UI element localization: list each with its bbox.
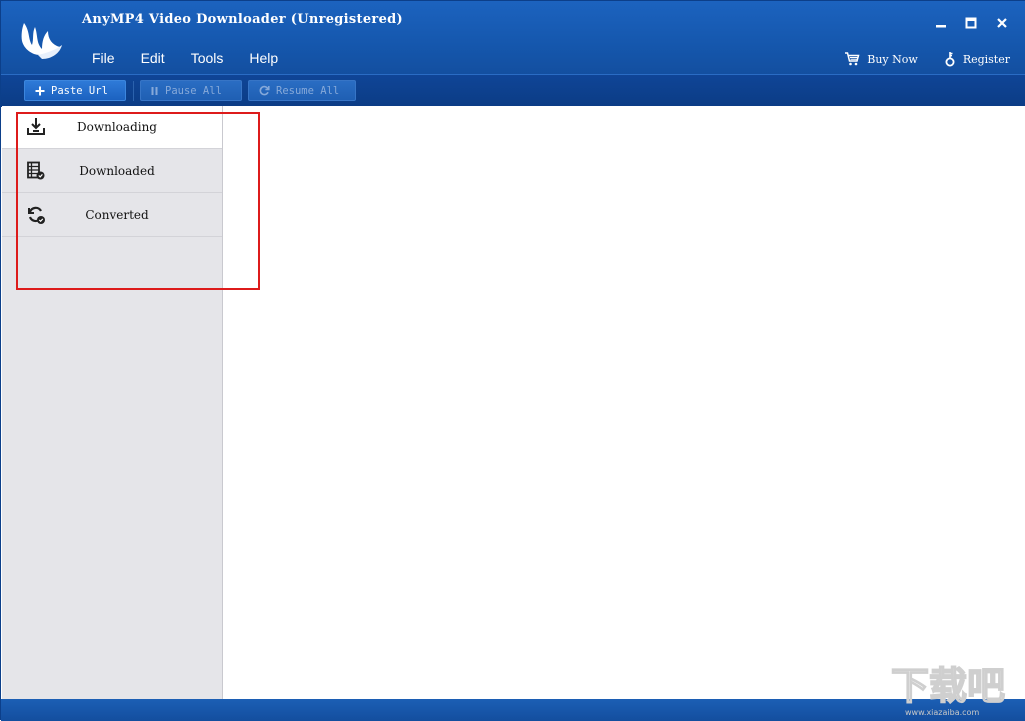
resume-all-button[interactable]: Resume All (248, 80, 356, 101)
toolbar-divider (133, 81, 134, 101)
resume-all-label: Resume All (276, 84, 340, 97)
maximize-icon (965, 17, 977, 29)
maximize-button[interactable] (961, 13, 981, 33)
main-content (223, 106, 1025, 699)
highlight-box (16, 112, 260, 290)
status-bar (1, 699, 1025, 721)
register-button[interactable]: Register (944, 51, 1010, 67)
menu-tools[interactable]: Tools (178, 48, 237, 68)
buy-now-label: Buy Now (867, 52, 918, 66)
menu-edit[interactable]: Edit (128, 48, 178, 68)
register-label: Register (962, 52, 1010, 66)
title-bar[interactable]: AnyMP4 Video Downloader (Unregistered) F… (1, 1, 1025, 74)
paste-url-label: Paste Url (51, 84, 108, 97)
refresh-icon (259, 85, 270, 96)
cart-icon (845, 52, 860, 66)
window-title: AnyMP4 Video Downloader (Unregistered) (82, 12, 403, 27)
menu-help[interactable]: Help (236, 48, 291, 68)
pause-all-label: Pause All (165, 84, 222, 97)
close-icon (997, 18, 1007, 28)
app-logo-icon (21, 23, 62, 59)
watermark-url: www.xiazaiba.com (905, 708, 979, 717)
menu-bar: File Edit Tools Help (79, 48, 291, 68)
watermark: 下载吧 www.xiazaiba.com (890, 663, 1006, 717)
app-window: AnyMP4 Video Downloader (Unregistered) F… (0, 0, 1025, 721)
toolbar: Paste Url Pause All Resume All (1, 74, 1025, 107)
watermark-text: 下载吧 (891, 664, 1005, 708)
close-button[interactable] (992, 13, 1012, 33)
minimize-icon (936, 25, 946, 28)
header-actions: Buy Now Register (844, 51, 1010, 67)
buy-now-button[interactable]: Buy Now (844, 52, 918, 66)
menu-file[interactable]: File (79, 48, 128, 68)
paste-url-button[interactable]: Paste Url (24, 80, 126, 101)
plus-icon (35, 86, 45, 95)
minimize-button[interactable] (931, 13, 951, 33)
pause-icon (151, 86, 158, 95)
pause-all-button[interactable]: Pause All (140, 80, 242, 101)
key-icon (945, 52, 955, 67)
